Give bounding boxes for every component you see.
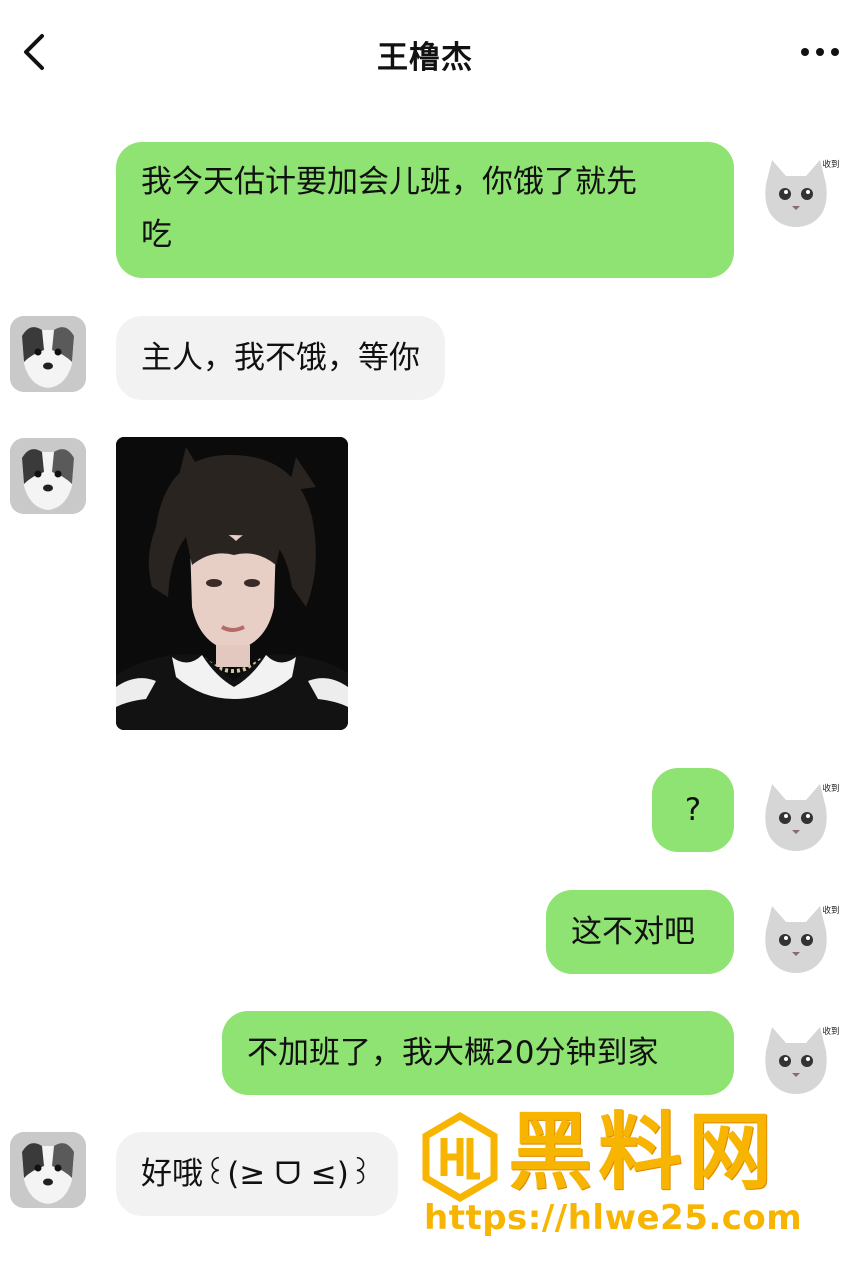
contact-avatar[interactable] — [10, 1132, 86, 1208]
watermark-title: 黑料网 — [508, 1103, 779, 1201]
more-dots-icon — [801, 48, 839, 56]
message-bubble-sent[interactable]: 这不对吧 — [546, 890, 734, 974]
message-bubble-sent[interactable]: 不加班了，我大概20分钟到家 — [222, 1011, 734, 1095]
received-tag: 收到 — [822, 1027, 840, 1037]
message-bubble-sent[interactable]: 我今天估计要加会儿班，你饿了就先 吃 — [116, 142, 734, 278]
received-tag: 收到 — [822, 160, 840, 170]
my-avatar[interactable]: 收到 — [758, 1021, 840, 1097]
photo-portrait — [116, 437, 348, 730]
my-avatar[interactable]: 收到 — [758, 154, 840, 230]
chat-title: 王橹杰 — [377, 40, 473, 76]
contact-avatar[interactable] — [10, 316, 86, 392]
my-avatar[interactable]: 收到 — [758, 778, 840, 854]
received-tag: 收到 — [822, 906, 840, 916]
dog-avatar-icon — [10, 1132, 86, 1208]
message-bubble-received[interactable]: 主人，我不饿，等你 — [116, 316, 445, 400]
watermark-url: https://hlwe25.com — [424, 1198, 803, 1238]
message-bubble-received[interactable]: 好哦꒰(≥ ᗜ ≤)꒱ — [116, 1132, 399, 1216]
my-avatar[interactable]: 收到 — [758, 900, 840, 976]
chat-header: 王橹杰 — [0, 0, 850, 104]
message-image[interactable] — [116, 437, 348, 730]
contact-avatar[interactable] — [10, 438, 86, 514]
chat-screen: 王橹杰 我今天估计要加会儿班，你饿了就先 吃 收到 主人，我不饿，等你 ? 收到… — [0, 0, 850, 1276]
hl-logo-icon — [422, 1112, 498, 1202]
received-tag: 收到 — [822, 784, 840, 794]
dog-avatar-icon — [10, 316, 86, 392]
dog-avatar-icon — [10, 438, 86, 514]
message-bubble-sent[interactable]: ? — [652, 768, 734, 852]
more-button[interactable] — [796, 34, 844, 70]
